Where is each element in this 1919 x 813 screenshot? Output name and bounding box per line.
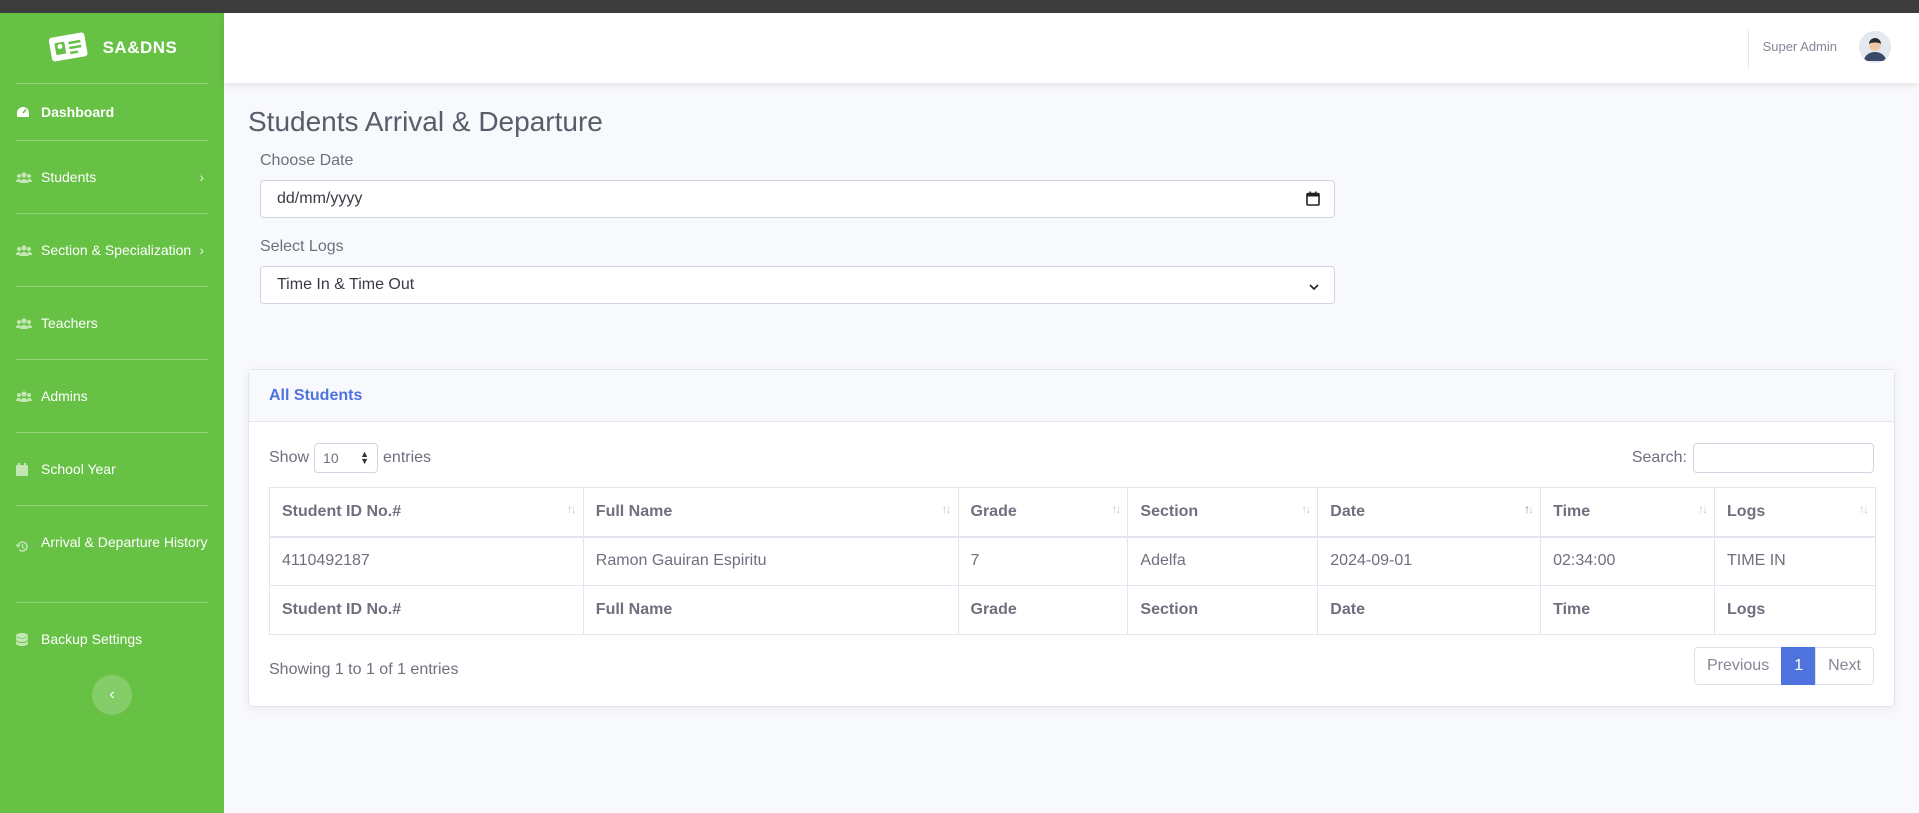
- search-control: Search:: [1632, 443, 1874, 473]
- tachometer-icon: [16, 105, 32, 119]
- sort-asc-icon: ↑↓: [1524, 502, 1534, 516]
- students-card: All Students Show 10 ▲ ▼ entries Search: …: [248, 369, 1895, 707]
- column-footer: Section: [1127, 585, 1319, 635]
- sidebar-item-school-year[interactable]: School Year: [0, 433, 224, 505]
- brand-name: SA&DNS: [102, 38, 178, 57]
- users-icon: [16, 316, 32, 330]
- sidebar-item-label: Dashboard: [41, 104, 115, 120]
- id-card-icon: [47, 29, 89, 68]
- sidebar-item-label: Teachers: [41, 315, 98, 331]
- sidebar-item-dashboard[interactable]: Dashboard: [0, 84, 224, 140]
- topbar: Super Admin: [224, 13, 1919, 83]
- sidebar-item-label: Students: [41, 169, 97, 185]
- table-row: 4110492187 Ramon Gauiran Espiritu 7 Adel…: [269, 536, 1876, 586]
- column-header[interactable]: Student ID No.# ↑↓: [269, 487, 584, 538]
- sidebar-item-label: Backup Settings: [41, 631, 143, 647]
- column-footer: Full Name: [582, 585, 959, 635]
- brand[interactable]: SA&DNS: [0, 13, 224, 83]
- sort-updown-icon: ▲ ▼: [360, 449, 370, 466]
- chevron-right-icon: ›: [199, 242, 204, 258]
- table-cell: 4110492187: [269, 536, 584, 586]
- column-header[interactable]: Logs ↑↓: [1714, 487, 1876, 538]
- sort-icon: ↑↓: [566, 502, 577, 516]
- table-cell: Adelfa: [1127, 536, 1319, 586]
- table-info: Showing 1 to 1 of 1 entries: [269, 661, 459, 678]
- history-icon: [15, 536, 32, 553]
- column-footer: Grade: [957, 585, 1129, 635]
- chevron-right-icon: ›: [199, 169, 204, 185]
- column-header[interactable]: Full Name ↑↓: [582, 487, 959, 538]
- calendar-icon: [16, 462, 32, 476]
- page-1-button[interactable]: 1: [1781, 647, 1817, 685]
- table-cell: 02:34:00: [1540, 536, 1716, 586]
- page-title: Students Arrival & Departure: [248, 106, 603, 137]
- pagination: Previous 1 Next: [1693, 647, 1874, 685]
- choose-date-label: Choose Date: [260, 152, 354, 169]
- table-footer-row: Student ID No.# Full Name Grade Section …: [269, 585, 1876, 635]
- column-header[interactable]: Time ↑↓: [1540, 487, 1716, 538]
- sidebar-item-arrival-departure-history[interactable]: Arrival & Departure History: [0, 506, 224, 602]
- table-cell: 7: [957, 536, 1129, 586]
- database-icon: [16, 632, 32, 646]
- table-cell: TIME IN: [1714, 536, 1876, 586]
- date-input[interactable]: dd/mm/yyyy: [260, 180, 1335, 218]
- sidebar-item-label: Section & Specialization: [41, 242, 192, 258]
- avatar[interactable]: [1859, 31, 1891, 63]
- column-header[interactable]: Section ↑↓: [1127, 487, 1319, 538]
- sort-icon: ↑↓: [1698, 502, 1708, 516]
- sort-icon: ↑↓: [1859, 502, 1869, 516]
- students-table: Student ID No.# ↑↓ Full Name ↑↓ Grade ↑↓ Se…: [269, 487, 1876, 635]
- sidebar-item-teachers[interactable]: Teachers: [0, 287, 224, 359]
- sidebar: SA&DNS Dashboard Students › Section & Sp…: [0, 13, 224, 813]
- logs-select-value: Time In & Time Out: [277, 276, 415, 293]
- page-length-select[interactable]: 10 ▲ ▼: [314, 443, 379, 473]
- next-page-button[interactable]: Next: [1815, 647, 1874, 685]
- column-footer: Logs: [1714, 585, 1876, 635]
- column-footer: Date: [1317, 585, 1542, 635]
- date-placeholder: dd/mm/yyyy: [277, 190, 363, 207]
- table-header-row: Student ID No.# ↑↓ Full Name ↑↓ Grade ↑↓ Se…: [269, 487, 1876, 538]
- calendar-icon[interactable]: [1306, 191, 1320, 211]
- page-length-value: 10: [323, 450, 339, 466]
- sidebar-item-students[interactable]: Students ›: [0, 141, 224, 213]
- search-input[interactable]: [1693, 443, 1874, 473]
- column-header[interactable]: Date ↑↓: [1317, 487, 1542, 538]
- sidebar-item-section-specialization[interactable]: Section & Specialization ›: [0, 214, 224, 286]
- table-cell: Ramon Gauiran Espiritu: [582, 536, 959, 586]
- sort-icon: ↑↓: [941, 502, 952, 516]
- logs-select[interactable]: Time In & Time Out: [260, 266, 1335, 304]
- chevron-left-icon: ‹: [109, 686, 115, 703]
- entries-label: entries: [383, 449, 432, 466]
- sort-icon: ↑↓: [1301, 502, 1311, 516]
- column-header[interactable]: Grade ↑↓: [957, 487, 1129, 538]
- sidebar-item-label: Arrival & Departure History: [41, 534, 208, 550]
- card-title: All Students: [249, 370, 1894, 422]
- sort-icon: ↑↓: [1111, 502, 1121, 516]
- users-icon: [16, 389, 32, 403]
- sidebar-item-backup-settings[interactable]: Backup Settings: [0, 603, 224, 675]
- sidebar-item-label: Admins: [41, 388, 88, 404]
- user-name[interactable]: Super Admin: [1763, 39, 1837, 54]
- sidebar-item-label: School Year: [41, 461, 116, 477]
- column-footer: Student ID No.#: [269, 585, 584, 635]
- page-length-control: Show 10 ▲ ▼ entries: [269, 443, 431, 473]
- users-icon: [16, 243, 32, 257]
- show-label: Show: [269, 449, 310, 466]
- select-logs-label: Select Logs: [260, 238, 344, 255]
- sidebar-item-admins[interactable]: Admins: [0, 360, 224, 432]
- search-label: Search:: [1631, 449, 1687, 466]
- users-icon: [16, 170, 32, 184]
- table-cell: 2024-09-01: [1317, 536, 1542, 586]
- column-footer: Time: [1540, 585, 1716, 635]
- browser-top-strip: [0, 0, 1919, 13]
- topbar-divider: [1748, 29, 1749, 69]
- previous-page-button[interactable]: Previous: [1693, 647, 1783, 685]
- chevron-down-icon: [1308, 279, 1320, 297]
- sidebar-toggle-button[interactable]: ‹: [92, 675, 132, 715]
